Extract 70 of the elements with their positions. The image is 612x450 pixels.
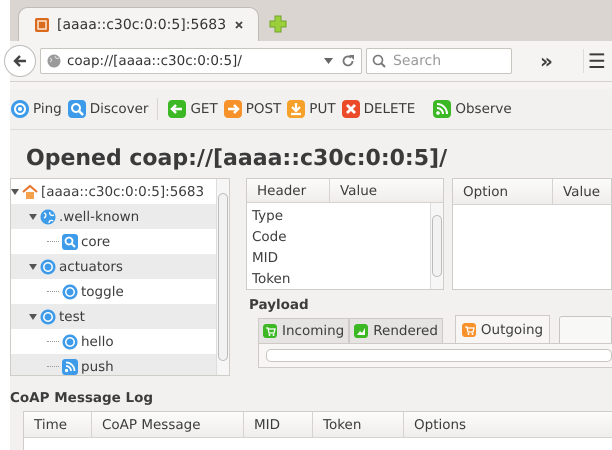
toolbar-button[interactable]: DELETE xyxy=(340,96,420,122)
table-cell-text: Code xyxy=(252,228,288,246)
search-field[interactable]: Search xyxy=(366,48,512,74)
back-arrow-icon xyxy=(12,53,28,69)
toolbar-button[interactable]: GET xyxy=(167,96,223,122)
payload-tab[interactable]: Incoming xyxy=(258,318,350,343)
back-button[interactable] xyxy=(4,45,36,77)
menu-button[interactable]: ☰ xyxy=(582,49,610,73)
toolbar-button[interactable]: Observe xyxy=(432,96,517,122)
tree-item[interactable]: push xyxy=(81,358,114,374)
ring-icon xyxy=(40,258,56,274)
payload-field[interactable] xyxy=(266,349,612,362)
ring-icon xyxy=(62,284,78,300)
expanded-icon[interactable] xyxy=(29,262,37,270)
tree-item[interactable]: toggle xyxy=(81,284,124,300)
dropdown-icon xyxy=(324,58,333,64)
browser-tab[interactable]: [aaaa::c30c:0:0:5]:5683 xyxy=(18,7,260,41)
close-icon xyxy=(234,20,244,30)
tree-item[interactable]: actuators xyxy=(59,258,123,274)
globe-icon xyxy=(40,208,56,224)
feed-icon xyxy=(432,99,452,119)
tree-item[interactable]: test xyxy=(59,308,85,324)
app-icon xyxy=(35,18,49,32)
section-label: Payload xyxy=(248,296,310,315)
expanded-icon[interactable] xyxy=(29,212,37,220)
close-icon xyxy=(340,99,361,119)
expanded-icon[interactable] xyxy=(11,188,19,196)
globe-icon xyxy=(47,54,61,68)
reload-icon xyxy=(341,54,355,68)
column-header[interactable]: Value xyxy=(330,179,443,202)
ring-icon xyxy=(40,308,56,324)
download-icon xyxy=(286,99,306,119)
column-header[interactable]: Option xyxy=(453,179,553,204)
scrollbar[interactable] xyxy=(216,179,229,375)
column-header[interactable]: Token xyxy=(313,412,404,437)
ring-icon xyxy=(62,334,78,350)
column-header[interactable]: Time xyxy=(24,412,92,437)
image-icon xyxy=(354,324,368,338)
search-icon xyxy=(372,54,386,68)
payload-tab[interactable]: Outgoing xyxy=(454,315,550,343)
expanded-icon[interactable] xyxy=(29,312,37,320)
table-cell-text: MID xyxy=(252,248,280,268)
search-icon xyxy=(62,234,78,250)
scrollbar[interactable] xyxy=(430,203,443,289)
toolbar-button[interactable]: PUT xyxy=(286,96,341,122)
table-cell-text: Token xyxy=(252,270,292,288)
ping-icon xyxy=(10,99,30,119)
search-icon xyxy=(66,99,87,119)
column-header[interactable]: Options xyxy=(404,412,612,437)
overflow-button[interactable]: » xyxy=(532,49,561,73)
tree-item[interactable]: hello xyxy=(81,334,114,350)
page-heading: Opened coap://[aaaa::c30c:0:0:5]/ xyxy=(25,145,448,172)
address-field[interactable]: coap://[aaaa::c30c:0:0:5]/ xyxy=(40,48,362,74)
toolbar-button[interactable]: Ping xyxy=(10,96,67,122)
tree-item[interactable]: core xyxy=(81,234,110,250)
plus-icon xyxy=(269,15,288,33)
home-icon xyxy=(22,184,38,200)
tree-item[interactable]: [aaaa::c30c:0:0:5]:5683 xyxy=(41,184,204,200)
toolbar-button[interactable]: Discover xyxy=(66,96,154,122)
cart-icon xyxy=(263,324,277,338)
toolbar-button[interactable]: POST xyxy=(222,96,286,122)
payload-tab[interactable]: Rendered xyxy=(349,318,443,343)
column-header[interactable]: Header xyxy=(247,179,330,202)
tab-title: [aaaa::c30c:0:0:5]:5683 xyxy=(57,16,226,32)
cart-icon xyxy=(462,322,476,336)
column-header[interactable]: Value xyxy=(553,179,611,204)
section-label: CoAP Message Log xyxy=(10,389,154,408)
column-header[interactable]: MID xyxy=(244,412,313,437)
table-cell-text: Type xyxy=(252,206,284,226)
column-header[interactable]: CoAP Message xyxy=(92,412,244,437)
